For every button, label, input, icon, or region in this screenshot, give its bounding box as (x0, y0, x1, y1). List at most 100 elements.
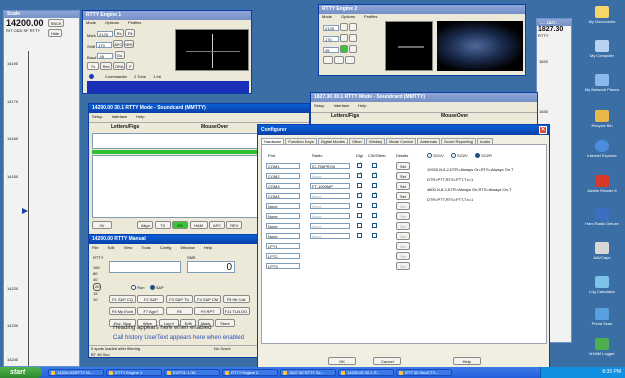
engine1-menu-profiles[interactable]: Profiles (128, 20, 141, 25)
cw-checkbox[interactable] (372, 171, 377, 178)
callsign-input[interactable] (109, 261, 181, 273)
digi-checkbox[interactable] (357, 191, 362, 198)
taskbar-item-5[interactable]: 1827.30 RTTY Sc... (280, 369, 336, 376)
set-button[interactable]: Set (396, 222, 410, 230)
engine2-title[interactable]: RTTY Engine 2 (319, 5, 525, 14)
engine1-menu-mode[interactable]: Mode (86, 20, 96, 25)
engine2-btn-e[interactable] (340, 45, 349, 53)
manual-menu-help[interactable]: Help (204, 244, 212, 252)
fkey-2[interactable]: F2 S&P (137, 295, 165, 303)
afc-button[interactable]: AFC (113, 40, 124, 48)
n1mm-logger-icon[interactable]: N1MM Logger (579, 338, 625, 356)
snck-button[interactable]: SNCK (48, 19, 64, 27)
digi-checkbox[interactable] (357, 233, 362, 238)
baud-field[interactable]: 45 (97, 53, 114, 59)
align-button[interactable]: Align (137, 221, 154, 229)
fkey-3[interactable]: F3 S&P TU (165, 295, 193, 303)
sf-option[interactable]: SF (24, 28, 29, 33)
fkey-1[interactable]: F1 S&P CQ (109, 295, 136, 303)
rev-button[interactable]: Rx (114, 29, 125, 37)
manual-title[interactable]: 14200.00 RTTY Manual (89, 235, 257, 244)
network-places-icon[interactable]: My Network Places (579, 74, 625, 92)
fkey-8[interactable]: F8 (165, 307, 193, 315)
band-40[interactable]: 40 (93, 277, 101, 283)
port-select[interactable]: LPT2 (266, 253, 300, 259)
configurer-title[interactable]: Configurer (258, 125, 549, 135)
so1v-radio[interactable] (427, 153, 432, 159)
engine2-btn-c[interactable] (340, 34, 349, 42)
set-button[interactable]: Set (396, 202, 410, 210)
my-documents-icon[interactable]: My Documents (579, 6, 625, 24)
main-menu-help[interactable]: Help (136, 113, 144, 121)
aavcape-icon[interactable]: AAVCape (579, 242, 625, 260)
radio-select[interactable]: None (310, 173, 350, 179)
taskbar-item-1[interactable]: 14200.00/RTTY M... (48, 369, 104, 376)
space-field[interactable]: 170 (96, 42, 113, 48)
set-button[interactable]: Set (396, 172, 410, 180)
taskbar-item-3[interactable]: EVP74: 1.36 (164, 369, 220, 376)
port-select[interactable]: COM4 (266, 193, 300, 199)
digi-checkbox[interactable] (357, 223, 362, 228)
radio-select[interactable]: None (310, 193, 350, 199)
hide-button[interactable]: Hide (48, 29, 62, 37)
digi-checkbox[interactable] (357, 161, 362, 168)
manual-menu-view[interactable]: View (124, 244, 133, 252)
port-select[interactable]: COM2 (266, 173, 300, 179)
modebar-menu-interface[interactable]: Interface (334, 102, 350, 110)
cw-checkbox[interactable] (372, 213, 377, 218)
manual-menu-tools[interactable]: Tools (141, 244, 150, 252)
radio-select[interactable]: None (310, 203, 350, 209)
taskbar-item-2[interactable]: RTTY Engine 1 (106, 369, 162, 376)
cw-checkbox[interactable] (372, 191, 377, 198)
digi-checkbox[interactable] (357, 213, 362, 218)
port-select[interactable]: None (266, 203, 300, 209)
log-calculator-icon[interactable]: Log Calculator (579, 276, 625, 294)
ok-button[interactable]: OK (328, 357, 356, 365)
engine1-title[interactable]: RTTY Engine 1 (83, 11, 251, 20)
nrc-button[interactable]: NRC (124, 40, 135, 48)
engine2-mark-field[interactable]: 2125 (323, 25, 339, 31)
sp-radio[interactable] (149, 285, 155, 291)
cw-checkbox[interactable] (372, 233, 377, 238)
port-select[interactable]: COM1 (266, 163, 300, 169)
engine2-baud-field[interactable]: 45 (323, 47, 339, 53)
engine2-btn-g[interactable] (323, 56, 333, 64)
f-button[interactable]: F (126, 62, 135, 70)
rit-option[interactable]: RIT (6, 28, 12, 33)
rev-main-button[interactable]: REV (226, 221, 243, 229)
adobe-reader-icon[interactable]: Adobe Reader 8 (579, 175, 625, 193)
port-select[interactable]: COM3 (266, 183, 300, 189)
engine2-space-field[interactable]: 170 (323, 36, 339, 42)
prima-scan-icon[interactable]: Prima Scan (579, 308, 625, 326)
rev2-button[interactable]: Rev (100, 62, 113, 70)
rtty-option[interactable]: RTTY (30, 28, 40, 33)
radio-select[interactable]: None (310, 233, 350, 239)
band-10[interactable]: 10 (93, 297, 101, 303)
modebar-menu-help[interactable]: Help (358, 102, 366, 110)
store-button[interactable]: Store (214, 319, 235, 327)
start-button[interactable]: start (0, 367, 42, 378)
fkey-11[interactable]: F11 TU/LOG (222, 307, 250, 315)
taskbar-item-7[interactable]: RTT 30 Sec/CTY... (396, 369, 452, 376)
engine2-menu-profiles[interactable]: Profiles (364, 14, 377, 19)
fkey-5[interactable]: F5 Hit Call (222, 295, 250, 303)
main-menu-interface[interactable]: Interface (112, 113, 128, 121)
fkey-4[interactable]: F4 S&P CM (194, 295, 222, 303)
fkey-9[interactable]: F9 RPT (194, 307, 222, 315)
tx-button[interactable]: Tx (87, 62, 99, 70)
main-menu-setup[interactable]: Setup (92, 113, 102, 121)
radio-select[interactable]: IC-756PROII (310, 163, 350, 169)
go-button[interactable]: Go (114, 51, 125, 59)
engine2-menu-options[interactable]: Options (341, 14, 355, 19)
port-select[interactable]: LPT1 (266, 243, 300, 249)
port-select[interactable]: None (266, 223, 300, 229)
run-radio[interactable] (131, 285, 136, 291)
port-select[interactable]: None (266, 213, 300, 219)
cw-checkbox[interactable] (372, 223, 377, 228)
cw-checkbox[interactable] (372, 183, 377, 188)
port-select[interactable]: LPT3 (266, 263, 300, 269)
set-button[interactable]: Set (396, 192, 410, 200)
set-button[interactable]: Set (396, 162, 410, 170)
digi-checkbox[interactable] (357, 171, 362, 178)
so2v-radio[interactable] (450, 153, 456, 159)
